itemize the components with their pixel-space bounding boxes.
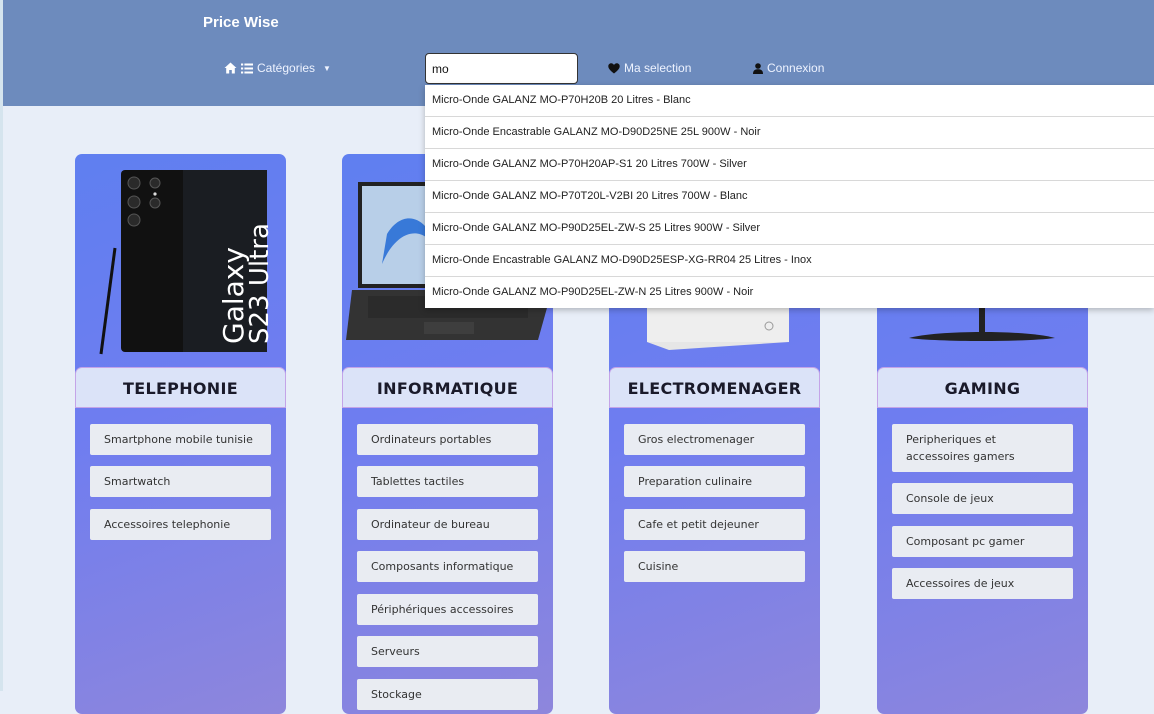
suggestion-item[interactable]: Micro-Onde GALANZ MO-P70T20L-V2BI 20 Lit… [425,181,1154,213]
subcategory-item[interactable]: Composants informatique [357,551,538,582]
subcategory-item[interactable]: Smartwatch [90,466,271,497]
subcategory-item[interactable]: Gros electromenager [624,424,805,455]
user-icon [753,62,763,74]
subcategory-item[interactable]: Tablettes tactiles [357,466,538,497]
subcategory-item[interactable]: Peripheriques et accessoires gamers [892,424,1073,472]
list-icon [241,63,253,73]
subcategory-item[interactable]: Stockage [357,679,538,710]
login-link[interactable]: Connexion [753,61,824,75]
category-title[interactable]: TELEPHONIE [75,367,286,408]
phone-model-line2: S23 Ultra [245,223,275,344]
category-title[interactable]: GAMING [877,367,1088,408]
suggestion-item[interactable]: Micro-Onde GALANZ MO-P90D25EL-ZW-N 25 Li… [425,277,1154,308]
subcategory-item[interactable]: Smartphone mobile tunisie [90,424,271,455]
subcategory-item[interactable]: Preparation culinaire [624,466,805,497]
brand-logo[interactable]: Price Wise [203,14,279,31]
categories-menu[interactable]: Catégories ▼ [224,61,331,75]
smartphone-image[interactable]: Galaxy S23 Ultra [75,154,286,366]
subcategory-item[interactable]: Serveurs [357,636,538,667]
subcategory-item[interactable]: Cafe et petit dejeuner [624,509,805,540]
category-title[interactable]: ELECTROMENAGER [609,367,820,408]
category-card-telephonie: Galaxy S23 Ultra TELEPHONIE Smartphone m… [75,154,286,714]
heart-icon [608,62,620,73]
home-icon [224,62,237,74]
my-selection-label: Ma selection [624,61,692,75]
suggestion-item[interactable]: Micro-Onde GALANZ MO-P90D25EL-ZW-S 25 Li… [425,213,1154,245]
subcategory-item[interactable]: Cuisine [624,551,805,582]
subcategory-item[interactable]: Console de jeux [892,483,1073,514]
search-suggestions-dropdown: Micro-Onde GALANZ MO-P70H20B 20 Litres -… [425,85,1154,308]
subcategory-item[interactable]: Accessoires de jeux [892,568,1073,599]
suggestion-item[interactable]: Micro-Onde Encastrable GALANZ MO-D90D25E… [425,245,1154,277]
login-label: Connexion [767,61,825,75]
category-title[interactable]: INFORMATIQUE [342,367,553,408]
subcategory-item[interactable]: Périphériques accessoires [357,594,538,625]
suggestion-item[interactable]: Micro-Onde GALANZ MO-P70H20B 20 Litres -… [425,85,1154,117]
chevron-down-icon: ▼ [323,63,331,73]
suggestion-item[interactable]: Micro-Onde Encastrable GALANZ MO-D90D25N… [425,117,1154,149]
search-input[interactable] [425,53,578,84]
my-selection-link[interactable]: Ma selection [608,61,691,75]
suggestion-item[interactable]: Micro-Onde GALANZ MO-P70H20AP-S1 20 Litr… [425,149,1154,181]
subcategory-item[interactable]: Accessoires telephonie [90,509,271,540]
subcategory-item[interactable]: Ordinateurs portables [357,424,538,455]
subcategory-item[interactable]: Composant pc gamer [892,526,1073,557]
categories-label: Catégories [257,61,316,75]
subcategory-item[interactable]: Ordinateur de bureau [357,509,538,540]
